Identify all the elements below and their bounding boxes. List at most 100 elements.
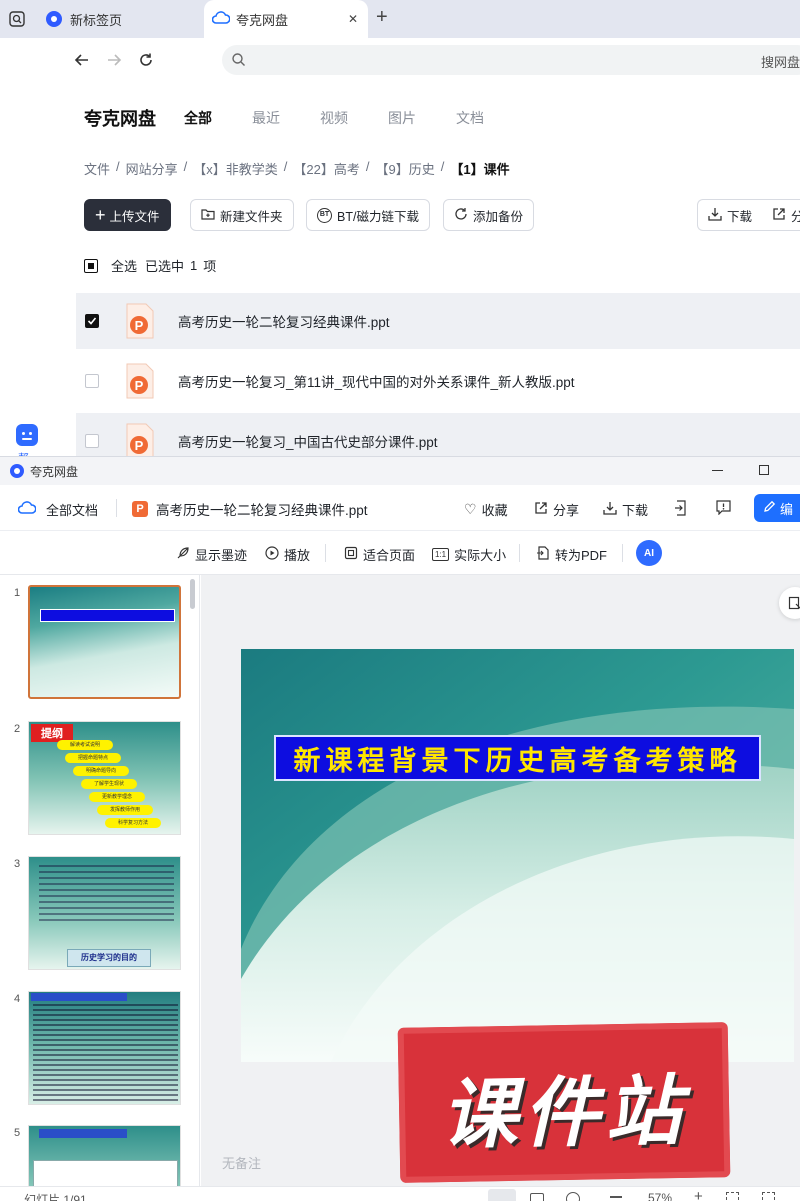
breadcrumb-separator: /	[283, 159, 288, 174]
svg-text:P: P	[135, 438, 144, 453]
download-button[interactable]: 下载	[603, 500, 648, 519]
tab-new-tab[interactable]: 新标签页	[40, 0, 200, 38]
all-docs-link[interactable]: 全部文档	[17, 500, 98, 519]
drive-page: 夸克网盘 全部 最近 视频 图片 文档 文件 / 网站分享 / 【x】非教学类 …	[56, 82, 800, 469]
actual-size-button[interactable]: 1:1 实际大小	[432, 545, 506, 564]
fit-page-icon	[344, 546, 358, 563]
export-icon[interactable]	[674, 500, 688, 521]
file-name[interactable]: 高考历史一轮复习_中国古代史部分课件.ppt	[178, 431, 438, 451]
normal-view-icon[interactable]	[488, 1189, 516, 1201]
breadcrumb-current: 【1】课件	[450, 162, 510, 177]
feedback-icon[interactable]	[716, 500, 731, 520]
ai-icon: AI	[644, 547, 654, 559]
svg-text:P: P	[135, 378, 144, 393]
viewer-window-title: 夸克网盘	[30, 465, 79, 479]
viewer-titlebar: 夸克网盘	[0, 457, 800, 485]
favorite-button[interactable]: ♡ 收藏	[464, 500, 508, 519]
slide-title: 新课程背景下历史高考备考策略	[293, 745, 742, 777]
ppt-file-icon: P	[125, 302, 155, 340]
slide-thumbnail-1[interactable]	[28, 585, 181, 699]
quark-logo-icon	[10, 464, 24, 478]
file-checkbox[interactable]	[85, 314, 99, 328]
minimize-icon[interactable]	[712, 470, 723, 471]
download-button[interactable]: 下载 分	[697, 199, 800, 231]
select-all-label[interactable]: 全选	[111, 256, 137, 275]
sync-icon	[454, 207, 468, 224]
breadcrumb-item[interactable]: 【x】非教学类	[193, 159, 278, 178]
download-label: 下载	[727, 209, 753, 224]
thumb-callout-text: 历史学习的目的	[81, 953, 137, 962]
show-ink-button[interactable]: 显示墨迹	[176, 545, 247, 564]
forward-arrow-icon[interactable]	[102, 48, 126, 72]
tab-video[interactable]: 视频	[320, 108, 348, 128]
address-bar: 搜网盘	[0, 38, 800, 82]
thumb-outline-item: 发挥教师作用	[97, 805, 153, 815]
slide-thumbnail-3[interactable]: 历史学习的目的	[28, 856, 181, 970]
new-tab-button[interactable]: +	[376, 6, 388, 29]
breadcrumb-item[interactable]: 【9】历史	[376, 159, 435, 178]
maximize-icon[interactable]	[759, 465, 769, 475]
slide-thumbnail-4[interactable]	[28, 991, 181, 1105]
slide-canvas: 新课程背景下历史高考备考策略 课件站 无备注	[201, 575, 800, 1201]
feather-icon	[176, 546, 190, 563]
reload-icon[interactable]	[134, 48, 158, 72]
slide-thumbnail-2[interactable]: 提纲 解读考试说明 把握命题特点 明确命题导向 了解学生现状 更新教学理念 发挥…	[28, 721, 181, 835]
file-name[interactable]: 高考历史一轮二轮复习经典课件.ppt	[178, 311, 390, 331]
thumb-outline-item: 明确命题导向	[73, 766, 129, 776]
favorite-label: 收藏	[481, 503, 508, 518]
breadcrumb-separator: /	[365, 159, 370, 174]
bt-download-button[interactable]: BT BT/磁力链下载	[306, 199, 430, 231]
watermark-stamp: 课件站	[397, 1022, 731, 1183]
breadcrumb-item[interactable]: 文件	[84, 159, 110, 178]
file-checkbox[interactable]	[85, 434, 99, 448]
divider	[116, 499, 117, 517]
left-rail: 帮	[0, 82, 56, 465]
ai-button[interactable]: AI	[636, 540, 662, 566]
document-viewer-window: 夸克网盘 全部文档 P 高考历史一轮二轮复习经典课件.ppt ♡ 收藏 分享 下…	[0, 456, 800, 1201]
file-name[interactable]: 高考历史一轮复习_第11讲_现代中国的对外关系课件_新人教版.ppt	[178, 371, 575, 391]
ppt-file-icon: P	[125, 362, 155, 400]
thumbnail-scrollbar[interactable]	[190, 579, 195, 609]
select-all-checkbox[interactable]	[84, 258, 98, 273]
convert-pdf-button[interactable]: 转为PDF	[536, 545, 607, 564]
slide-number: 4	[14, 993, 21, 1005]
breadcrumb-item[interactable]: 网站分享	[126, 159, 178, 178]
slide-number: 3	[14, 858, 21, 870]
tab-quark-drive[interactable]: 夸克网盘 ✕	[204, 0, 368, 38]
viewer-toolbar: 显示墨迹 播放 适合页面 1:1 实际大小 转为PDF AI	[0, 531, 800, 575]
add-backup-button[interactable]: 添加备份	[443, 199, 535, 231]
upload-button[interactable]: + 上传文件	[84, 199, 171, 231]
plus-icon: +	[95, 204, 106, 225]
assistant-robot-icon[interactable]	[16, 424, 38, 446]
share-button[interactable]: 分享	[534, 500, 579, 519]
notes-placeholder[interactable]: 无备注	[222, 1153, 261, 1172]
tab-recent[interactable]: 最近	[252, 108, 280, 128]
file-row[interactable]: P 高考历史一轮复习_第11讲_现代中国的对外关系课件_新人教版.ppt	[76, 353, 800, 409]
close-tab-icon[interactable]: ✕	[348, 12, 358, 26]
breadcrumb-item[interactable]: 【22】高考	[293, 159, 359, 178]
omnibox[interactable]: 搜网盘	[222, 45, 800, 75]
thumb-outline-item: 更新教学理念	[89, 792, 145, 802]
thumb-text-lines	[39, 865, 174, 925]
side-tool-button[interactable]	[779, 587, 800, 619]
back-arrow-icon[interactable]	[70, 48, 94, 72]
play-button[interactable]: 播放	[265, 545, 310, 564]
file-checkbox[interactable]	[85, 374, 99, 388]
fit-page-button[interactable]: 适合页面	[344, 545, 415, 564]
tab-all[interactable]: 全部	[184, 108, 212, 128]
tab-docs[interactable]: 文档	[456, 108, 484, 128]
tab-search-icon[interactable]	[8, 10, 26, 28]
selected-unit: 项	[203, 259, 217, 274]
current-file: P 高考历史一轮二轮复习经典课件.ppt	[132, 499, 368, 519]
edit-label: 编	[780, 501, 794, 517]
new-folder-button[interactable]: 新建文件夹	[190, 199, 294, 231]
edit-button[interactable]: 编	[754, 494, 800, 522]
actual-size-icon: 1:1	[432, 548, 450, 561]
tab-image[interactable]: 图片	[388, 108, 416, 128]
cloud-icon	[211, 10, 231, 28]
file-row[interactable]: P 高考历史一轮二轮复习经典课件.ppt	[76, 293, 800, 349]
divider	[519, 544, 520, 562]
zoom-out-icon[interactable]	[610, 1196, 622, 1198]
viewer-status-bar: 幻灯片 1/91 57% +	[0, 1186, 800, 1201]
actual-size-label: 实际大小	[454, 548, 507, 563]
